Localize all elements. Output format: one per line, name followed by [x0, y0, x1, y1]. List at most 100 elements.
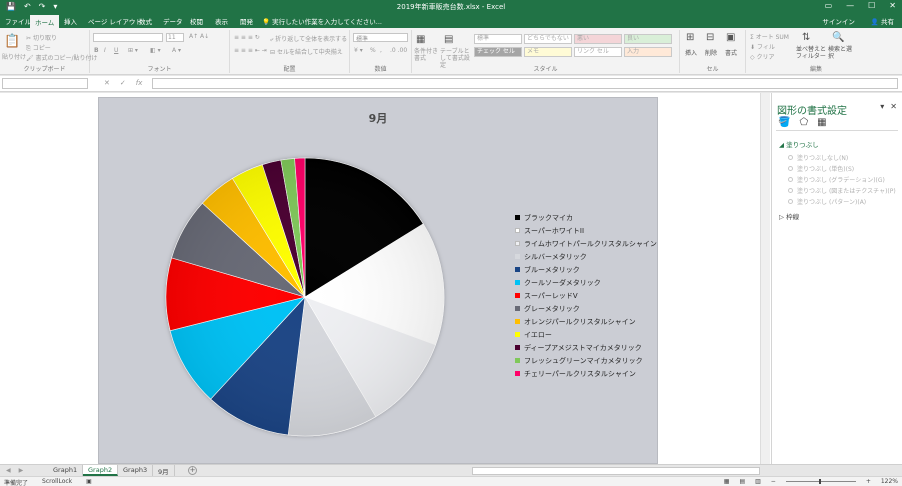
pane-close-icon[interactable]: ✕ [890, 102, 897, 111]
page-break-view-icon[interactable]: ▥ [755, 478, 761, 485]
delete-cells-icon[interactable]: ⊟ [706, 32, 714, 43]
sheet-tab-graph3[interactable]: Graph3 [118, 465, 154, 476]
legend-item[interactable]: スーパーレッドV [515, 289, 657, 302]
style-note[interactable]: メモ [524, 47, 572, 57]
align-left-icons[interactable]: ≡ ≡ ≡ ⇤ ⇥ [234, 47, 267, 54]
tab-review[interactable]: 校閲 [190, 16, 203, 26]
sheet-tab-sept[interactable]: 9月 [153, 465, 175, 476]
tab-home[interactable]: ホーム [30, 15, 60, 28]
fill-option-none[interactable]: 塗りつぶしなし(N) [788, 153, 848, 162]
zoom-level[interactable]: 122% [881, 478, 898, 485]
horizontal-scrollbar[interactable] [472, 467, 760, 475]
find-select-button[interactable]: 検索と選択 [828, 46, 852, 60]
tab-file[interactable]: ファイル [5, 16, 31, 26]
chart-area[interactable]: 9月 ブラックマイカ スーパーホワイトII ライムホワイトパールクリスタルシャインシ… [98, 97, 658, 464]
effects-icon[interactable]: ⬠ [799, 117, 808, 128]
percent-button[interactable]: % [370, 47, 376, 54]
next-sheet-icon[interactable]: ▶ [19, 467, 24, 474]
merge-center-button[interactable]: ⊟ セルを結合して中央揃え [270, 47, 343, 56]
close-button[interactable]: ✕ [889, 1, 896, 10]
legend-item[interactable]: オレンジパールクリスタルシャイン [515, 315, 657, 328]
fill-option-gradient[interactable]: 塗りつぶし (グラデーション)(G) [788, 175, 885, 184]
style-normal[interactable]: 標準 [474, 34, 522, 44]
italic-button[interactable]: I [104, 47, 106, 54]
paste-icon[interactable]: 📋 [4, 34, 20, 49]
legend-item[interactable]: スーパーホワイトII [515, 224, 657, 237]
tab-develop[interactable]: 開発 [240, 16, 253, 26]
signin-link[interactable]: サインイン [822, 16, 855, 26]
format-painter-button[interactable]: 🖌 書式のコピー/貼り付け [26, 53, 98, 62]
zoom-in-icon[interactable]: + [866, 478, 871, 485]
fill-color-icon[interactable]: ◧ ▾ [150, 47, 161, 54]
legend-item[interactable]: ディープアメジストマイカメタリック [515, 341, 657, 354]
border-icon[interactable]: ⊞ ▾ [128, 47, 138, 54]
insert-function-button[interactable]: fx [136, 79, 143, 87]
fill-button[interactable]: ⬇ フィル [750, 42, 775, 51]
comma-button[interactable]: , [380, 47, 382, 54]
search-icon[interactable]: 🔍 [832, 32, 844, 43]
legend-item[interactable]: ブルーメタリック [515, 263, 657, 276]
ribbon-display-button[interactable]: ▭ [825, 1, 833, 10]
formula-input[interactable] [152, 78, 898, 89]
number-format-box[interactable]: 標準 [353, 33, 408, 43]
enter-icon[interactable]: ✓ [120, 79, 126, 87]
style-neutral[interactable]: どちらでもない [524, 34, 572, 44]
normal-view-icon[interactable]: ▦ [724, 478, 730, 485]
sheet-tab-graph1[interactable]: Graph1 [48, 465, 84, 476]
vertical-scrollbar[interactable] [760, 93, 770, 464]
border-section-header[interactable]: ▷ 枠線 [779, 211, 799, 221]
insert-cells-icon[interactable]: ⊞ [686, 32, 694, 43]
minimize-button[interactable]: — [846, 1, 854, 10]
legend-item[interactable]: フレッシュグリーンマイカメタリック [515, 354, 657, 367]
legend-item[interactable]: グレーメタリック [515, 302, 657, 315]
zoom-out-icon[interactable]: − [771, 478, 776, 485]
style-good[interactable]: 良い [624, 34, 672, 44]
autosum-button[interactable]: Σ オート SUM [750, 32, 789, 41]
fill-option-pattern[interactable]: 塗りつぶし (パターン)(A) [788, 197, 866, 206]
bold-button[interactable]: B [94, 47, 99, 54]
zoom-slider[interactable] [785, 479, 856, 484]
style-link-cell[interactable]: リンク セル [574, 47, 622, 57]
align-top-icons[interactable]: ≡ ≡ ≡ ↻ [234, 34, 260, 41]
page-layout-view-icon[interactable]: ▤ [739, 478, 745, 485]
sort-filter-icon[interactable]: ⇅ [802, 32, 810, 43]
style-input[interactable]: 入力 [624, 47, 672, 57]
pane-options-icon[interactable]: ▾ [880, 102, 884, 111]
delete-cells-button[interactable]: 削除 [705, 48, 717, 57]
clear-button[interactable]: ◇ クリア [750, 52, 775, 61]
sheet-tab-graph2[interactable]: Graph2 [83, 465, 119, 476]
format-cells-icon[interactable]: ▣ [726, 32, 735, 43]
sheet-area[interactable]: 9月 ブラックマイカ スーパーホワイトII ライムホワイトパールクリスタルシャインシ… [0, 93, 771, 464]
size-properties-icon[interactable]: ▦ [817, 117, 826, 128]
legend-item[interactable]: クールソーダメタリック [515, 276, 657, 289]
tab-insert[interactable]: 挿入 [64, 16, 77, 26]
cut-button[interactable]: ✂ 切り取り [26, 33, 57, 42]
format-cells-button[interactable]: 書式 [725, 48, 737, 57]
chart-legend[interactable]: ブラックマイカ スーパーホワイトII ライムホワイトパールクリスタルシャイン シルバー… [515, 211, 657, 380]
tab-page-layout[interactable]: ページ レイアウト [88, 16, 142, 26]
underline-button[interactable]: U [114, 47, 118, 54]
increase-font-icon[interactable]: A↑ A↓ [189, 33, 209, 40]
legend-item[interactable]: ライムホワイトパールクリスタルシャイン [515, 237, 657, 250]
name-box[interactable] [2, 78, 88, 89]
tab-data[interactable]: データ [163, 16, 183, 26]
style-bad[interactable]: 悪い [574, 34, 622, 44]
legend-item[interactable]: イエロー [515, 328, 657, 341]
paste-button[interactable]: 貼り付け [2, 52, 26, 61]
maximize-button[interactable]: ☐ [868, 1, 875, 10]
insert-cells-button[interactable]: 挿入 [685, 48, 697, 57]
fill-line-icon[interactable]: 🪣 [778, 117, 790, 128]
table-format-icon[interactable]: ▤ [444, 34, 453, 45]
prev-sheet-icon[interactable]: ◀ [6, 467, 11, 474]
fill-section-header[interactable]: ◢ 塗りつぶし [779, 139, 819, 149]
tab-formulas[interactable]: 数式 [139, 16, 152, 26]
macro-record-icon[interactable]: ▣ [86, 478, 92, 486]
fill-option-picture[interactable]: 塗りつぶし (図またはテクスチャ)(P) [788, 186, 896, 195]
fill-option-solid[interactable]: 塗りつぶし (単色)(S) [788, 164, 854, 173]
wrap-text-button[interactable]: ⤶ 折り返して全体を表示する [270, 34, 347, 44]
decimal-icons[interactable]: .0 .00 [390, 47, 407, 54]
currency-icon[interactable]: ¥ ▾ [354, 47, 363, 54]
sort-filter-button[interactable]: 並べ替えとフィルター [796, 46, 826, 60]
font-size-box[interactable]: 11 [166, 33, 184, 42]
font-color-icon[interactable]: A ▾ [172, 47, 181, 54]
